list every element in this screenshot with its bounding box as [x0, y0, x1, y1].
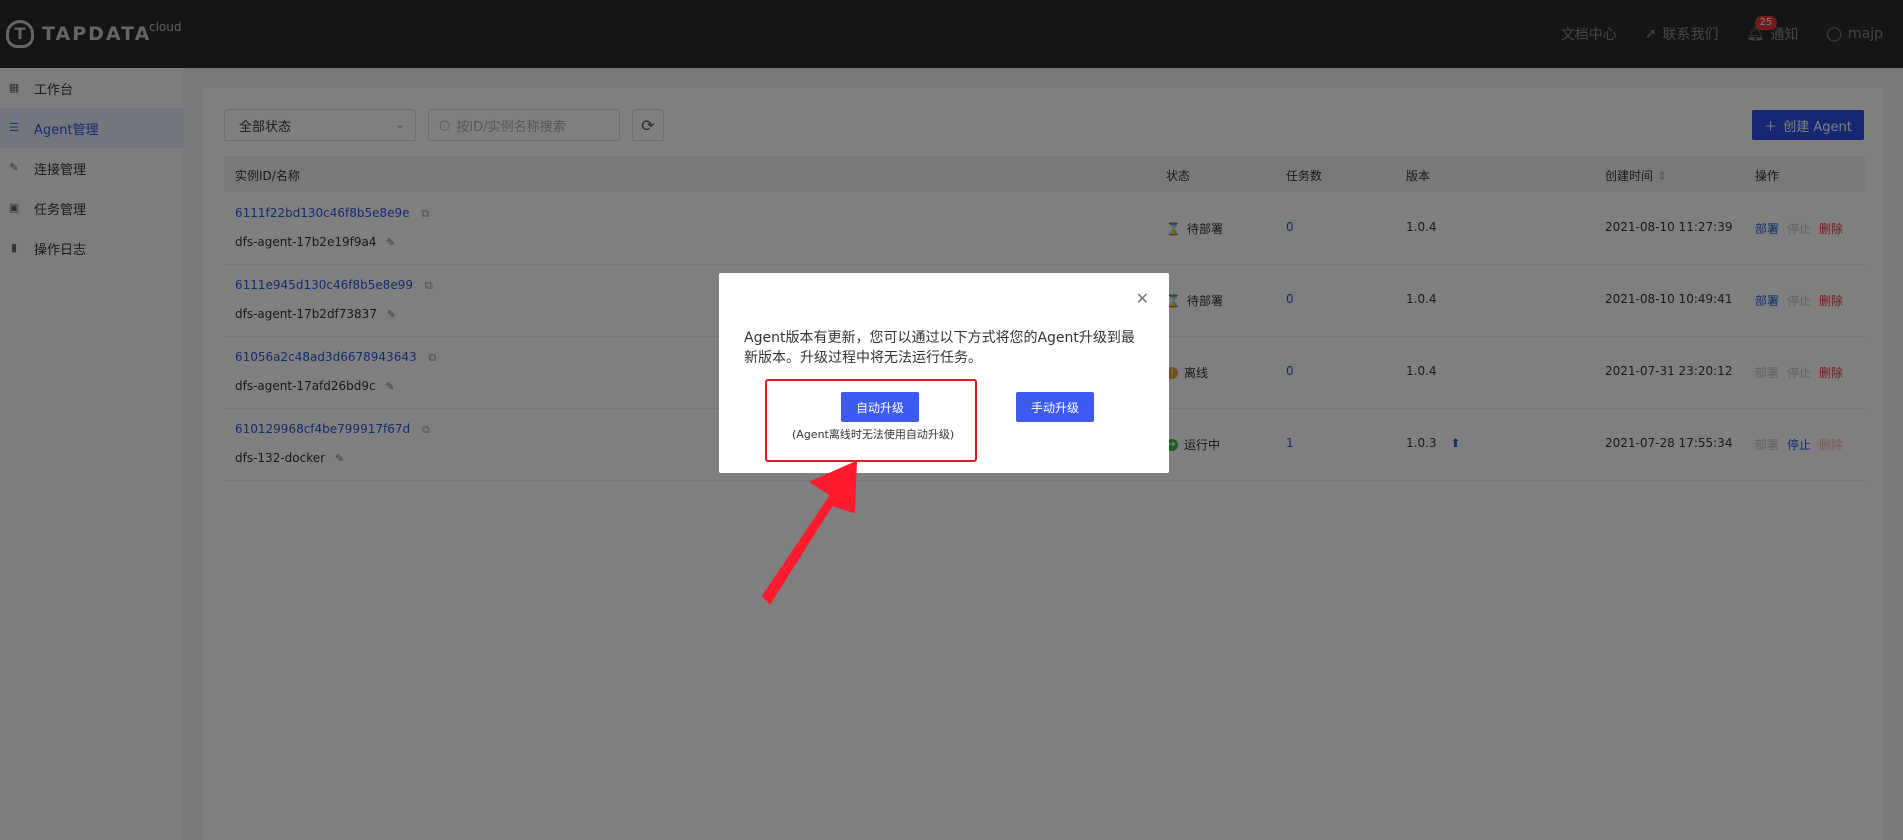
- arrow-shape: [762, 461, 857, 604]
- annotation-arrow: [762, 461, 857, 604]
